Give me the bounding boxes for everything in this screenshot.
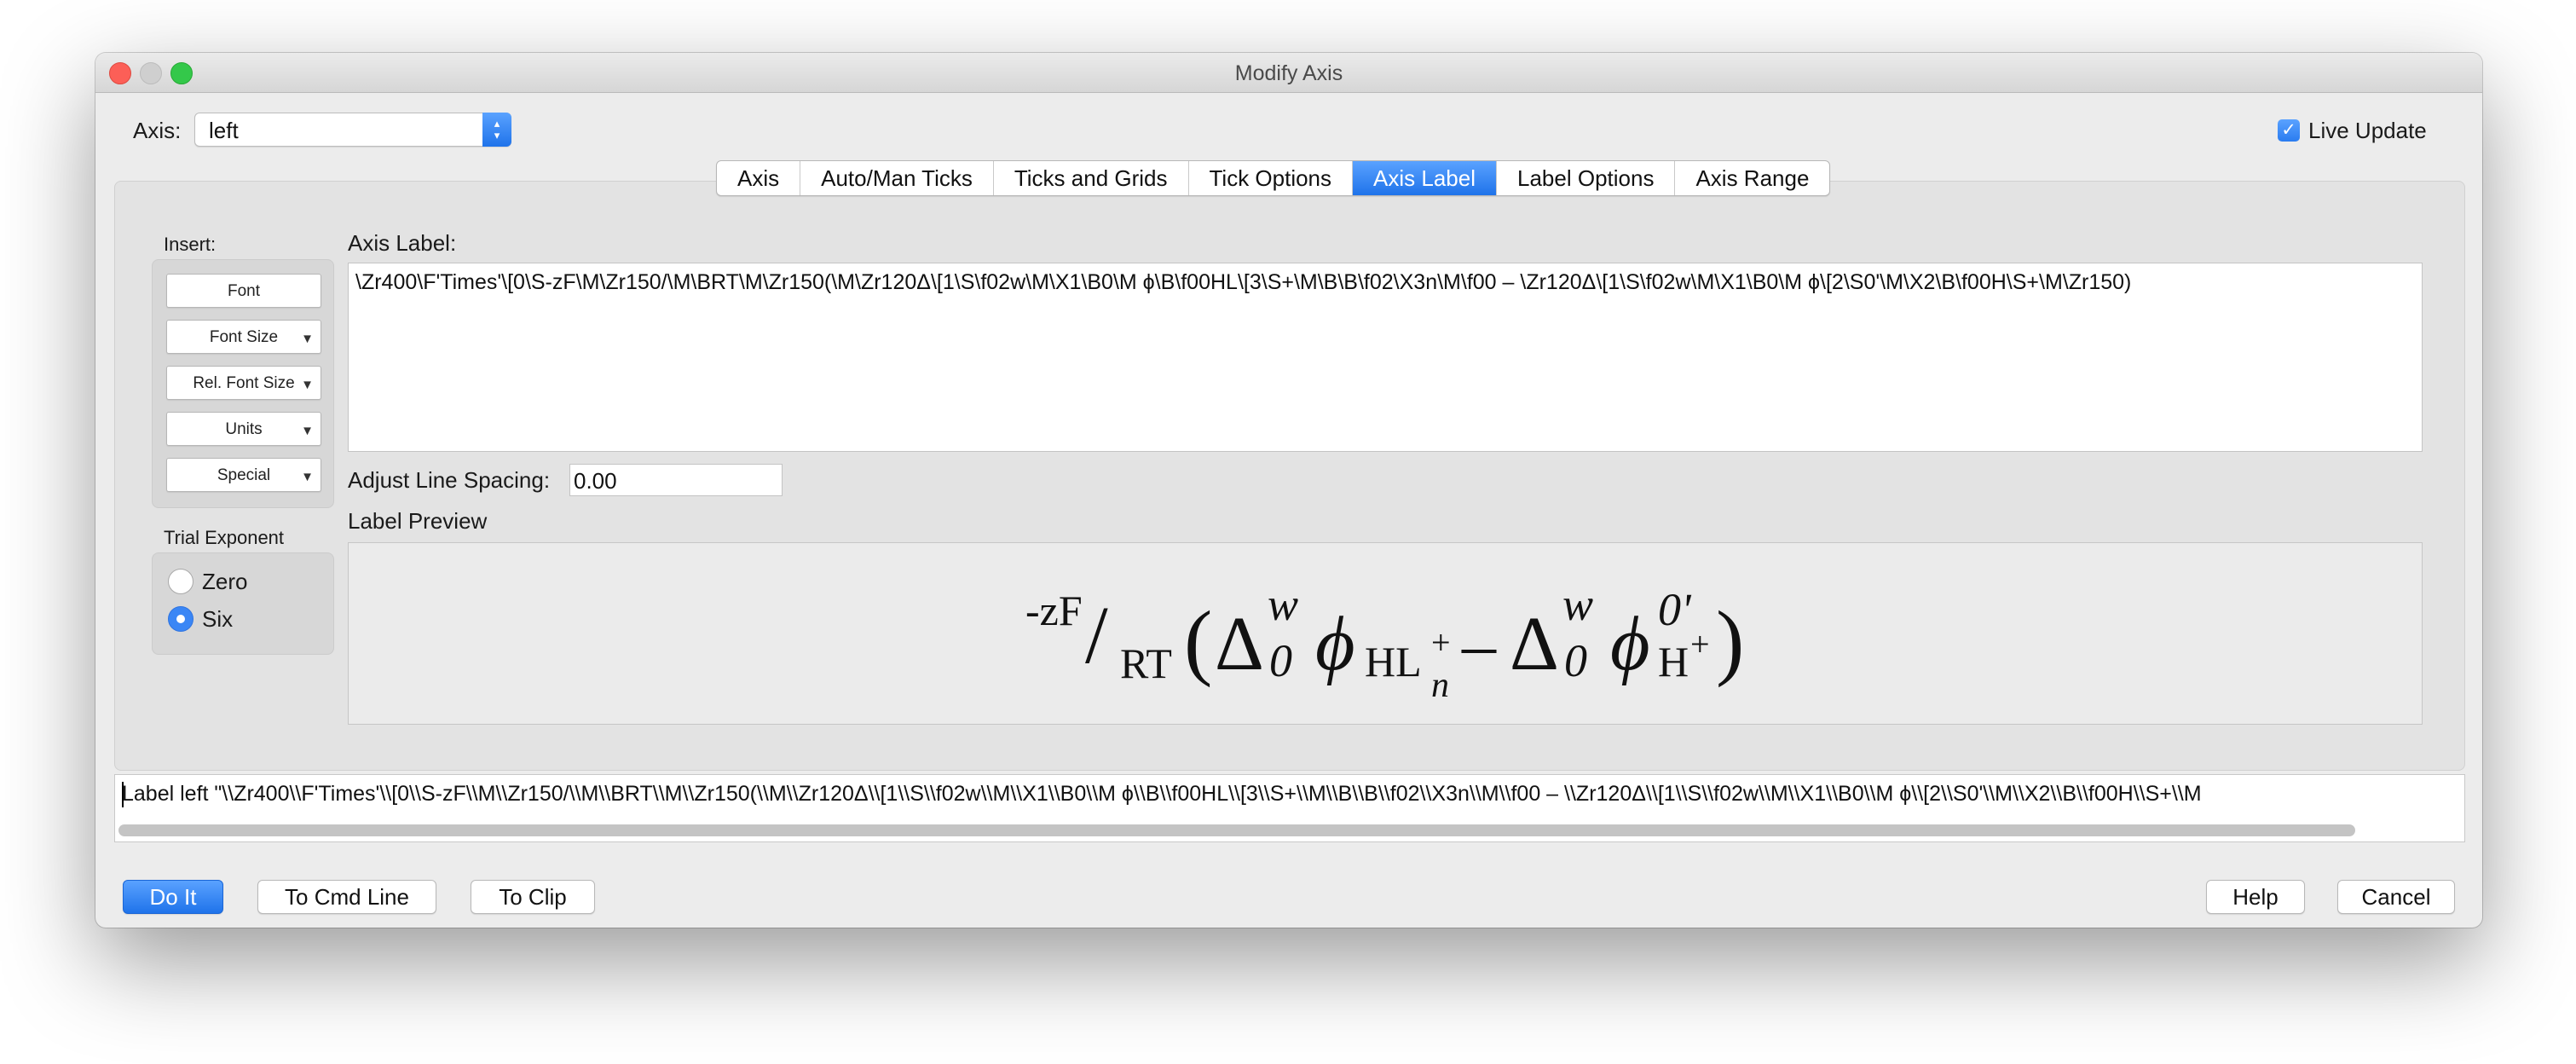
line-spacing-value: 0.00 [574,468,617,494]
insert-special-button[interactable]: Special ▼ [166,458,321,492]
radio-zero-label[interactable]: Zero [202,569,247,595]
preview-n: n [1431,666,1449,705]
help-button[interactable]: Help [2206,880,2305,914]
select-arrows-icon: ▴ ▾ [482,113,511,147]
preview-delta-2: Δ [1510,602,1559,686]
text-cursor [122,782,124,807]
radio-zero[interactable] [168,569,193,594]
preview-zf: -zF [1025,587,1083,634]
to-clip-button[interactable]: To Clip [471,880,595,914]
axis-label-textarea[interactable]: \Zr400\F'Times'\[0\S-zF\M\Zr150/\M\BRT\M… [348,263,2423,452]
dropdown-arrow-icon: ▼ [301,332,314,346]
live-update-checkbox[interactable]: ✓ [2278,119,2300,142]
insert-units-button[interactable]: Units ▼ [166,412,321,446]
tab-axis-label[interactable]: Axis Label [1352,161,1496,195]
insert-title: Insert: [164,234,217,255]
tab-axis[interactable]: Axis [717,161,800,195]
preview-w-1: w [1268,579,1298,630]
tab-axis-range[interactable]: Axis Range [1674,161,1829,195]
preview-minus: – [1461,608,1497,683]
axis-select-value: left [209,118,239,143]
command-line-field[interactable]: Label left "\\Zr400\\F'Times'\\[0\\S-zF\… [114,774,2465,842]
preview-h: H [1658,638,1689,685]
preview-rt: RT [1120,639,1172,687]
preview-close-paren: ) [1716,593,1744,688]
insert-rel-font-size-button[interactable]: Rel. Font Size ▼ [166,366,321,400]
preview-open-paren: ( [1184,593,1212,688]
tab-label-options[interactable]: Label Options [1496,161,1674,195]
insert-group: Font Font Size ▼ Rel. Font Size ▼ Units ▼ S… [152,259,334,508]
trial-exponent-title: Trial Exponent [164,527,285,548]
preview-zero-1: 0 [1269,635,1292,686]
label-preview: -zF / RT ( Δ w 0 ϕ HL + n – Δ w 0 ϕ 0' H… [348,542,2423,725]
modify-axis-window: Modify Axis Axis: left ▴ ▾ ✓ Live Update … [95,53,2482,928]
label-preview-title: Label Preview [348,508,488,534]
axis-select-label: Axis: [133,118,182,143]
axis-select[interactable]: left ▴ ▾ [194,113,511,147]
live-update-label[interactable]: Live Update [2308,118,2427,144]
scrollbar-thumb[interactable] [118,824,2355,836]
command-line-scrollbar[interactable] [118,824,2463,836]
axis-label-text: \Zr400\F'Times'\[0\S-zF\M\Zr150/\M\BRT\M… [355,270,2132,294]
preview-hl: HL [1365,638,1422,685]
preview-delta-1: Δ [1215,602,1264,686]
dropdown-arrow-icon: ▼ [301,378,314,392]
dropdown-arrow-icon: ▼ [301,424,314,438]
preview-zero-prime: 0' [1658,584,1692,635]
preview-zero-2: 0 [1564,635,1587,686]
axis-label-title: Axis Label: [348,230,457,256]
to-cmd-line-button[interactable]: To Cmd Line [257,880,436,914]
window-title: Modify Axis [1234,61,1343,85]
dropdown-arrow-icon: ▼ [301,470,314,484]
preview-plus-1: + [1431,623,1451,662]
radio-six-label[interactable]: Six [202,606,233,633]
checkmark-icon: ✓ [2281,120,2296,140]
tab-auto-man-ticks[interactable]: Auto/Man Ticks [800,161,993,195]
trial-exponent-group: Zero Six [152,552,334,655]
preview-plus-2: + [1690,625,1710,663]
tab-tick-options[interactable]: Tick Options [1187,161,1353,195]
tab-bar: Axis Auto/Man Ticks Ticks and Grids Tick… [716,160,1831,196]
cancel-button[interactable]: Cancel [2337,880,2455,914]
title-bar: Modify Axis [95,53,2482,93]
do-it-button[interactable]: Do It [123,880,223,914]
preview-slash: / [1085,589,1108,680]
line-spacing-label: Adjust Line Spacing: [348,467,551,493]
label-preview-formula: -zF / RT ( Δ w 0 ϕ HL + n – Δ w 0 ϕ 0' H… [1025,579,1744,705]
tab-ticks-and-grids[interactable]: Ticks and Grids [992,161,1188,195]
preview-phi-2: ϕ [1610,602,1650,686]
radio-six[interactable] [168,606,193,632]
line-spacing-input[interactable]: 0.00 [569,464,783,496]
preview-w-2: w [1562,579,1593,630]
command-line-text: Label left "\\Zr400\\F'Times'\\[0\\S-zF\… [122,782,2202,806]
preview-phi-1: ϕ [1315,602,1355,686]
insert-font-button[interactable]: Font [166,274,321,308]
insert-font-size-button[interactable]: Font Size ▼ [166,320,321,354]
